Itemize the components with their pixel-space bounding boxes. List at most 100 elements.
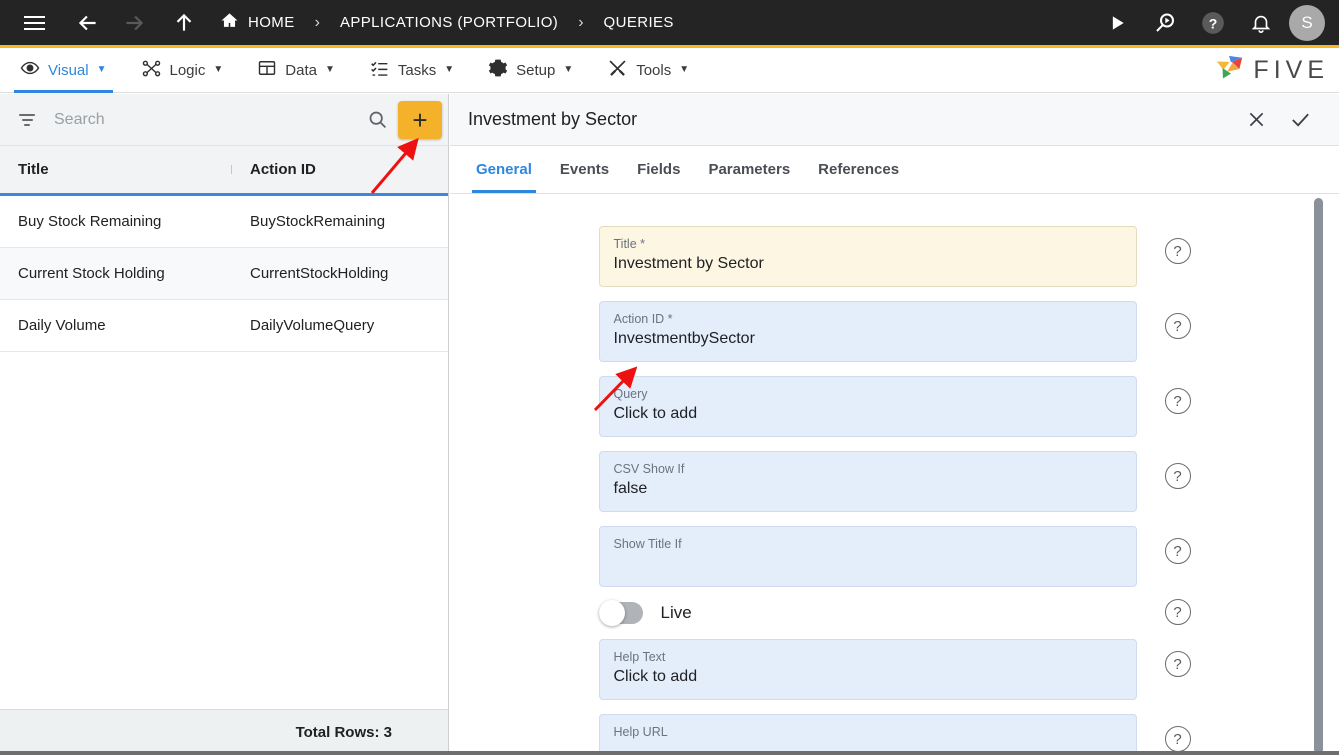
menu-item-label: Tools — [636, 61, 672, 79]
question-circle-icon[interactable]: ? — [1164, 313, 1191, 339]
question-circle-icon[interactable]: ? — [1164, 463, 1191, 489]
detail-panel-header: Investment by Sector — [450, 94, 1339, 146]
tab-events[interactable]: Events — [546, 146, 623, 193]
close-x-icon[interactable] — [1241, 105, 1271, 135]
field-label: Help Text — [613, 650, 666, 664]
search-icon[interactable] — [360, 109, 394, 130]
total-rows-label: Total Rows: 3 — [0, 709, 448, 755]
tab-fields[interactable]: Fields — [623, 146, 694, 193]
page-title: Investment by Sector — [468, 109, 638, 129]
search-run-icon[interactable] — [1145, 3, 1185, 43]
live-toggle[interactable] — [598, 600, 643, 626]
search-bar: + — [0, 94, 448, 146]
table-row[interactable]: Current Stock Holding CurrentStockHoldin… — [0, 248, 448, 300]
forward-arrow-icon[interactable] — [114, 3, 154, 43]
live-toggle-group: Live — [598, 600, 1137, 626]
cell-action-id: CurrentStockHolding — [250, 265, 389, 282]
application-window: HOME › APPLICATIONS (PORTFOLIO) › QUERIE… — [0, 0, 1339, 755]
detail-panel-actions — [1241, 105, 1325, 135]
svg-text:?: ? — [1209, 15, 1218, 31]
title-field[interactable]: Title * Investment by Sector — [598, 226, 1137, 287]
toggle-knob — [598, 600, 625, 626]
tab-references[interactable]: References — [804, 146, 913, 193]
help-text-field[interactable]: Help Text Click to add — [598, 639, 1137, 700]
menu-item-visual[interactable]: Visual ▼ — [6, 48, 121, 93]
detail-panel: Investment by Sector General Events Fiel… — [450, 94, 1339, 755]
menu-item-label: Data — [285, 61, 317, 79]
help-url-field[interactable]: Help URL — [598, 714, 1137, 755]
menu-item-tasks[interactable]: Tasks ▼ — [355, 48, 468, 93]
field-row-query: Query Click to add ? — [450, 376, 1339, 437]
tab-general[interactable]: General — [462, 146, 546, 193]
help-circle-icon[interactable]: ? — [1193, 3, 1233, 43]
menu-item-logic[interactable]: Logic ▼ — [127, 48, 238, 93]
brand-name: FIVE — [1253, 55, 1329, 84]
column-header-action-id[interactable]: Action ID — [232, 161, 316, 178]
live-toggle-label: Live — [660, 603, 692, 622]
field-value — [614, 552, 1122, 576]
five-brand: FIVE — [1214, 53, 1339, 88]
tools-cross-icon — [607, 58, 628, 83]
filter-icon[interactable] — [14, 113, 40, 126]
show-title-if-field[interactable]: Show Title If — [598, 526, 1137, 587]
field-row-help-text: Help Text Click to add ? — [450, 639, 1339, 700]
form-scroll-area: Title * Investment by Sector ? Action ID… — [450, 194, 1339, 755]
checklist-icon — [369, 58, 390, 83]
question-circle-icon[interactable]: ? — [1164, 651, 1191, 677]
breadcrumb-label: HOME — [248, 14, 295, 31]
field-row-csv-show-if: CSV Show If false ? — [450, 451, 1339, 512]
menu-item-label: Tasks — [397, 61, 437, 79]
question-circle-icon[interactable]: ? — [1164, 599, 1191, 625]
table-header: Title Action ID — [0, 146, 448, 196]
table-row[interactable]: Daily Volume DailyVolumeQuery — [0, 300, 448, 352]
question-circle-icon[interactable]: ? — [1164, 388, 1191, 414]
breadcrumb-item-queries[interactable]: QUERIES — [598, 14, 680, 31]
menu-item-label: Setup — [516, 61, 556, 79]
table-body: Buy Stock Remaining BuyStockRemaining Cu… — [0, 196, 448, 709]
field-row-action-id: Action ID * InvestmentbySector ? — [450, 301, 1339, 362]
window-bottom-edge — [0, 751, 1339, 755]
field-label: Help URL — [613, 725, 668, 739]
records-list-panel: + Title Action ID Buy Stock Remaining Bu… — [0, 94, 449, 755]
check-icon[interactable] — [1285, 105, 1315, 135]
field-value: Click to add — [613, 668, 698, 685]
table-row[interactable]: Buy Stock Remaining BuyStockRemaining — [0, 196, 448, 248]
hamburger-menu-icon[interactable] — [14, 3, 54, 43]
menu-item-tools[interactable]: Tools ▼ — [593, 48, 703, 93]
action-id-field[interactable]: Action ID * InvestmentbySector — [598, 301, 1137, 362]
field-value: false — [613, 480, 648, 497]
general-form: Title * Investment by Sector ? Action ID… — [450, 194, 1339, 755]
column-header-title[interactable]: Title — [0, 161, 232, 178]
tab-parameters[interactable]: Parameters — [694, 146, 804, 193]
gear-icon — [488, 58, 508, 82]
vertical-scrollbar[interactable] — [1314, 198, 1323, 754]
breadcrumb-item-applications[interactable]: APPLICATIONS (PORTFOLIO) — [334, 14, 564, 31]
notifications-bell-icon[interactable] — [1241, 3, 1281, 43]
up-arrow-icon[interactable] — [164, 3, 204, 43]
home-icon — [220, 11, 239, 34]
csv-show-if-field[interactable]: CSV Show If false — [598, 451, 1137, 512]
five-pinwheel-logo — [1214, 53, 1246, 88]
question-circle-icon[interactable]: ? — [1164, 538, 1191, 564]
menu-item-setup[interactable]: Setup ▼ — [474, 48, 587, 93]
cell-title: Buy Stock Remaining — [18, 213, 162, 230]
avatar[interactable]: S — [1289, 4, 1325, 41]
breadcrumb: HOME › APPLICATIONS (PORTFOLIO) › QUERIE… — [214, 11, 680, 34]
field-row-title: Title * Investment by Sector ? — [450, 226, 1339, 287]
breadcrumb-separator: › — [578, 13, 584, 31]
question-circle-icon[interactable]: ? — [1164, 238, 1191, 264]
menu-item-data[interactable]: Data ▼ — [243, 48, 349, 93]
field-value: Click to add — [613, 405, 698, 422]
field-label: CSV Show If — [613, 462, 685, 476]
question-circle-icon[interactable]: ? — [1164, 726, 1191, 752]
add-record-button[interactable]: + — [398, 100, 442, 139]
cell-title: Daily Volume — [18, 317, 106, 334]
field-label: Action ID * — [613, 312, 673, 326]
back-arrow-icon[interactable] — [68, 3, 108, 43]
query-field[interactable]: Query Click to add — [598, 376, 1137, 437]
search-input[interactable] — [40, 110, 360, 129]
cell-action-id: DailyVolumeQuery — [250, 317, 375, 334]
breadcrumb-item-home[interactable]: HOME — [214, 11, 301, 34]
run-icon[interactable] — [1097, 3, 1137, 43]
logic-nodes-icon — [141, 58, 162, 83]
